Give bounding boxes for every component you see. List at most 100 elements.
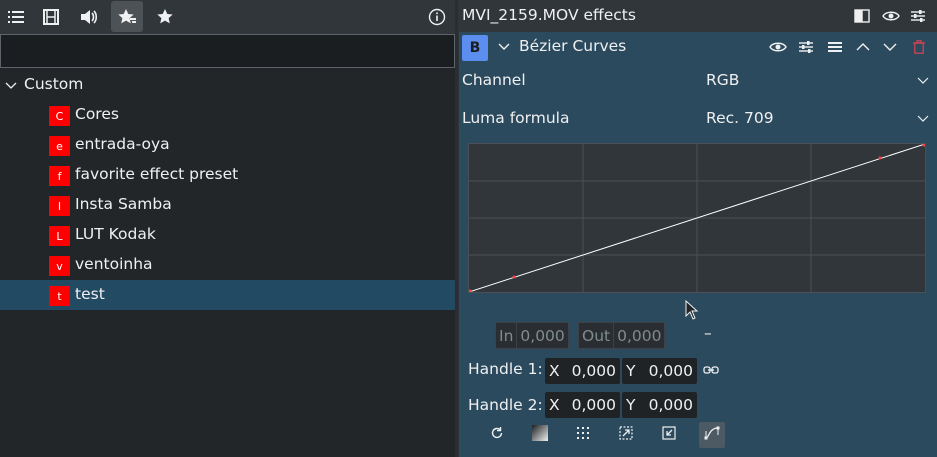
custom-effects-button[interactable] — [111, 1, 143, 32]
out-value[interactable]: 0,000 — [613, 323, 664, 348]
star-icon — [156, 8, 174, 26]
cursor-icon — [684, 299, 700, 321]
axis-label: Y — [626, 362, 636, 380]
trash-icon[interactable] — [909, 38, 929, 56]
eye-icon[interactable] — [881, 7, 901, 25]
handle1-label: Handle 1: — [468, 360, 543, 378]
effect-stack-header: MVI_2159.MOV effects — [458, 0, 937, 32]
channel-label: Channel — [462, 71, 526, 89]
out-field[interactable]: Out 0,000 — [578, 322, 666, 349]
list-item-label: LUT Kodak — [75, 225, 156, 243]
list-item-label: Insta Samba — [75, 195, 172, 213]
effects-library-panel: Custom C Cores e entrada-oya f favorite … — [0, 0, 455, 457]
chevron-down-icon[interactable] — [497, 40, 511, 54]
show-handles-button[interactable] — [699, 422, 725, 448]
list-item[interactable]: I Insta Samba — [0, 190, 455, 220]
show-background-button[interactable] — [527, 422, 553, 448]
info-button[interactable] — [421, 1, 453, 32]
eye-icon[interactable] — [768, 38, 788, 56]
library-toolbar — [0, 0, 455, 34]
preset-badge: C — [49, 106, 70, 126]
handle1-x-spinbox[interactable]: X 0,000 — [545, 358, 620, 384]
list-view-button[interactable] — [0, 1, 32, 32]
sliders-icon[interactable] — [796, 38, 816, 56]
in-value[interactable]: 0,000 — [516, 323, 567, 348]
compare-icon[interactable] — [852, 7, 872, 25]
minus-button[interactable]: – — [704, 324, 712, 342]
axis-label: Y — [626, 396, 636, 414]
link-icon[interactable] — [702, 362, 720, 378]
sliders-icon[interactable] — [908, 7, 928, 25]
spin-value[interactable]: 0,000 — [565, 362, 620, 380]
luma-formula-select[interactable]: Rec. 709 — [706, 109, 774, 127]
axis-label: X — [549, 396, 560, 414]
in-field[interactable]: In 0,000 — [495, 322, 569, 349]
tree-folder-label: Custom — [24, 75, 84, 93]
list-item[interactable]: e entrada-oya — [0, 130, 455, 160]
list-item[interactable]: C Cores — [0, 100, 455, 130]
preset-badge: v — [49, 256, 70, 276]
axis-label: X — [549, 362, 560, 380]
spin-value[interactable]: 0,000 — [565, 396, 620, 414]
app-window: Custom C Cores e entrada-oya f favorite … — [0, 0, 937, 457]
zoom-in-icon — [619, 426, 633, 444]
zoom-in-button[interactable] — [613, 422, 639, 448]
panel-title: MVI_2159.MOV effects — [462, 6, 636, 24]
luma-formula-label: Luma formula — [462, 109, 570, 127]
out-label: Out — [582, 326, 611, 345]
list-item[interactable]: L LUT Kodak — [0, 220, 455, 250]
chevron-up-icon[interactable] — [853, 38, 873, 56]
list-icon — [7, 9, 25, 25]
effect-badge: B — [462, 35, 488, 61]
list-item-label: test — [75, 285, 105, 303]
film-icon — [42, 8, 60, 26]
spin-value[interactable]: 0,000 — [642, 396, 697, 414]
preset-badge: L — [49, 226, 70, 246]
preset-badge: t — [49, 286, 70, 306]
chevron-down-icon[interactable] — [917, 113, 929, 125]
effect-header: B Bézier Curves — [459, 32, 937, 62]
zoom-out-button[interactable] — [656, 422, 682, 448]
search-input[interactable] — [0, 34, 455, 68]
zoom-out-icon — [662, 426, 676, 444]
star-effects-icon — [117, 8, 137, 26]
list-item-selected[interactable]: t test — [0, 280, 455, 310]
curve-canvas[interactable] — [468, 143, 926, 293]
video-effects-button[interactable] — [35, 1, 67, 32]
audio-effects-button[interactable] — [73, 1, 105, 32]
effect-name: Bézier Curves — [519, 37, 627, 55]
tree-folder-custom[interactable]: Custom — [0, 70, 455, 100]
in-label: In — [499, 326, 514, 345]
list-item[interactable]: f favorite effect preset — [0, 160, 455, 190]
chevron-down-icon[interactable] — [5, 79, 17, 95]
chevron-down-icon[interactable] — [917, 75, 929, 87]
preset-badge: f — [49, 166, 70, 186]
preset-badge: I — [49, 196, 70, 216]
chevron-down-icon[interactable] — [880, 38, 900, 56]
preset-badge: e — [49, 136, 70, 156]
menu-icon[interactable] — [825, 38, 845, 56]
handle2-label: Handle 2: — [468, 396, 543, 414]
bezier-handles-icon — [704, 426, 720, 444]
spin-value[interactable]: 0,000 — [642, 362, 697, 380]
curve-point[interactable] — [922, 143, 926, 147]
audio-icon — [79, 8, 99, 26]
gradient-icon — [532, 425, 548, 445]
grid-icon — [576, 426, 590, 444]
curve-handle[interactable] — [512, 275, 516, 279]
effect-bezier-curves: B Bézier Curves Channel RGB Luma formula… — [459, 32, 937, 457]
curve-editor[interactable] — [468, 143, 926, 293]
list-item-label: ventoinha — [75, 255, 153, 273]
channel-select[interactable]: RGB — [706, 71, 739, 89]
handle1-y-spinbox[interactable]: Y 0,000 — [622, 358, 697, 384]
handle2-x-spinbox[interactable]: X 0,000 — [545, 392, 620, 418]
favorites-button[interactable] — [149, 1, 181, 32]
refresh-icon — [490, 426, 504, 444]
curve-handle[interactable] — [878, 156, 882, 160]
grid-button[interactable] — [570, 422, 596, 448]
handle2-y-spinbox[interactable]: Y 0,000 — [622, 392, 697, 418]
curve-point[interactable] — [468, 289, 472, 293]
reset-button[interactable] — [484, 422, 510, 448]
info-icon — [428, 8, 446, 26]
list-item[interactable]: v ventoinha — [0, 250, 455, 280]
